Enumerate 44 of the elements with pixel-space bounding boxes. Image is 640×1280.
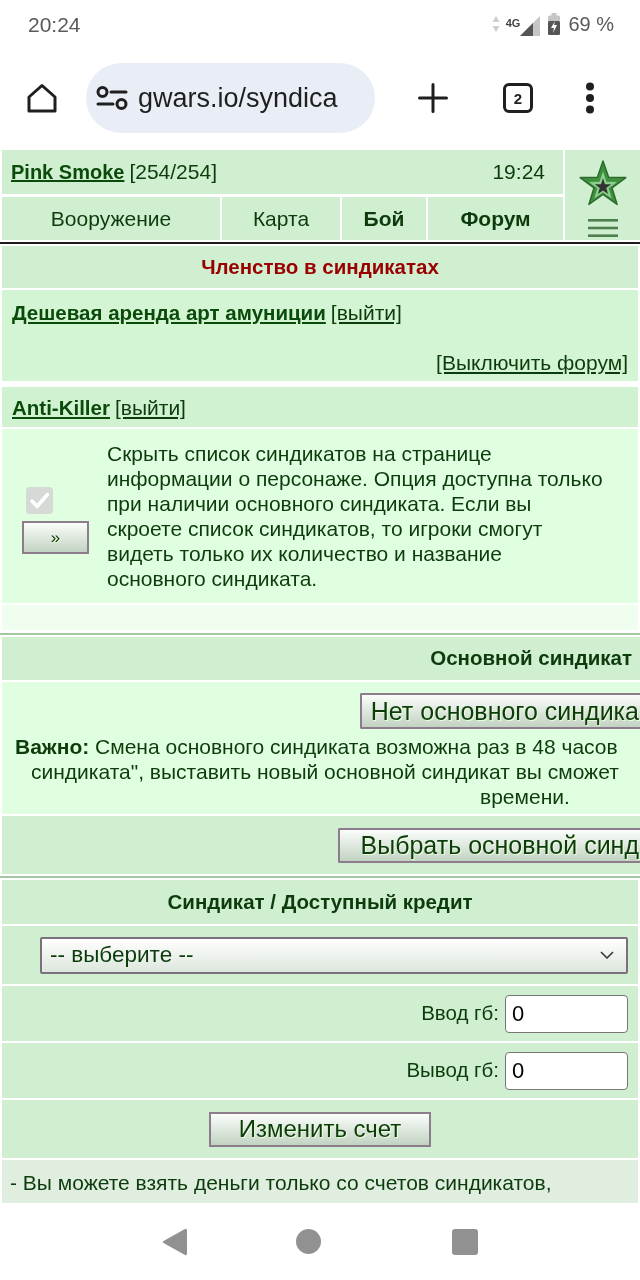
status-time: 20:24 [28,13,81,35]
section-title: Членство в синдикатах [201,253,439,280]
input-field[interactable]: 0 [505,994,628,1033]
home-button-icon[interactable] [296,1229,321,1254]
star-icon[interactable] [577,159,628,207]
leave-link[interactable]: [выйти] [114,394,186,420]
change-account-button[interactable]: Изменить счет [209,1111,431,1147]
signal-icon [520,16,541,36]
syndicate-link[interactable]: Дешевая аренда арт амуниции [12,300,326,325]
leave-link[interactable]: [выйти] [330,300,402,325]
syndicate-link[interactable]: Anti-Killer [12,394,110,420]
forum-toggle-link[interactable]: [Выключить форум] [436,350,628,375]
section-title: Основной синдикат [430,645,632,672]
battery-icon [548,13,561,35]
network-type-label: 4G [505,18,521,29]
field-label: Вывод гб: [406,1057,499,1084]
battery-percent: 69 % [568,14,614,34]
nav-tab[interactable]: Форум [428,197,563,240]
address-bar[interactable]: gwars.io/syndica [86,63,375,133]
recent-apps-icon[interactable] [452,1228,478,1255]
main-syndicate-button[interactable]: Нет основного синдика [359,693,640,729]
new-tab-icon[interactable] [418,83,448,113]
player-name-link[interactable]: Pink Smoke [11,157,125,187]
server-time: 19:24 [492,159,545,186]
hp-counter: [254/254] [129,159,217,186]
nav-tab[interactable]: Вооружение [2,197,220,240]
input-field[interactable]: 0 [505,1051,628,1090]
more-menu-icon[interactable] [585,82,595,114]
site-settings-icon[interactable] [96,86,128,110]
choose-main-syndicate-button[interactable]: Выбрать основной синд [338,827,640,863]
field-label: Ввод гб: [421,1000,499,1027]
option-description: Скрыть список синдикатов на странице информации о персонаже. Опция доступна только при наличии основного синдиката. Если вы скроете список синдикатов, то игроки смогут видеть только их количество и название основного синдиката. [107,441,604,591]
back-icon[interactable] [162,1227,187,1256]
syndicate-select[interactable]: -- выберите -- [40,936,628,974]
tab-count-button[interactable]: 2 [503,83,533,113]
home-icon[interactable] [26,83,58,113]
nav-tab[interactable]: Бой [342,197,426,240]
chevron-down-icon [600,951,614,959]
data-arrows-icon [491,15,500,33]
notice-text: Важно: Смена основного синдиката возможна раз в 48 часов синдиката", выставить новый основной синдикат вы сможет времени. [14,734,620,809]
menu-icon[interactable] [587,219,618,237]
credit-note: - Вы можете взять деньги только со счетов синдикатов, [10,1170,552,1195]
section-title: Синдикат / Доступный кредит [167,888,473,915]
nav-tab[interactable]: Карта [222,197,340,240]
